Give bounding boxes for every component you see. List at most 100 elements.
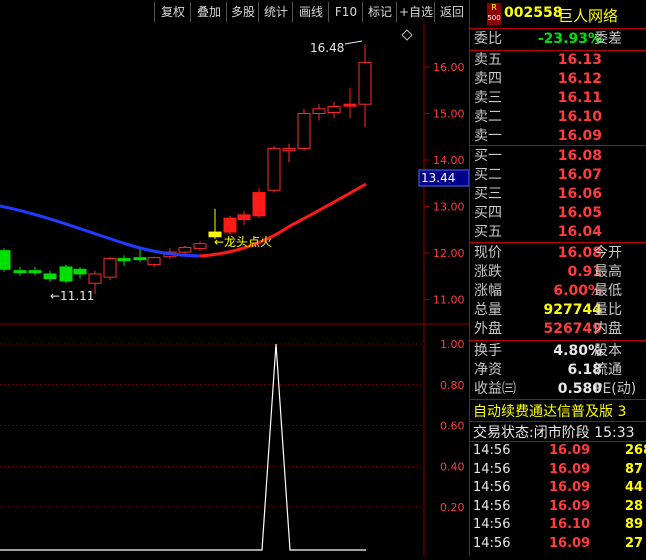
chart-area[interactable]: 16.00 15.00 14.00 13.00 12.00 11.00 13.44 16.…	[0, 24, 470, 556]
ask-row-label: 卖一	[474, 128, 502, 144]
bid-row: 买二 16.07	[474, 166, 646, 185]
low-annotation: ←11.11	[50, 289, 94, 303]
trade-vol: 44	[625, 480, 644, 495]
ask-row-label: 卖五	[474, 52, 502, 68]
stock-code: 002558	[504, 5, 563, 21]
toolbar-huaxian-button[interactable]: 画线	[292, 2, 329, 22]
chart-option-icon[interactable]	[401, 29, 413, 41]
toolbar-zixuan-button[interactable]: +自选	[396, 2, 435, 22]
candle-body	[223, 217, 237, 233]
trade-time: 14:56	[473, 517, 511, 532]
candle-body	[0, 250, 11, 270]
price-tick-label: 13.00	[433, 201, 465, 214]
candle-body	[343, 103, 357, 107]
toolbar: 复权 叠加 多股 统计 画线 F10 标记 +自选 返回	[0, 0, 469, 24]
indicator-tick-label: 0.40	[440, 460, 465, 473]
sep	[470, 28, 646, 29]
indicator-axis: 1.00 0.80 0.60 0.40 0.20	[440, 338, 465, 514]
indicator-tick-label: 0.20	[440, 501, 465, 514]
price-tick-label: 14.00	[433, 154, 465, 167]
ask-row-value: 16.11	[557, 90, 602, 106]
stat-row-label: 外盘	[474, 321, 502, 337]
sep	[470, 399, 646, 400]
stat-row-label: 涨幅	[474, 283, 502, 299]
stat2-row-label2: 流通	[594, 362, 622, 378]
indicator-grid	[0, 343, 424, 508]
signal-annotation: ←龙头点火	[214, 235, 272, 249]
toolbar-biaoji-button[interactable]: 标记	[362, 2, 397, 22]
trade-time: 14:56	[473, 535, 511, 551]
kline-chart-svg[interactable]: 16.00 15.00 14.00 13.00 12.00 11.00 13.44 16.…	[0, 24, 470, 556]
toolbar-f10-button[interactable]: F10	[328, 2, 363, 22]
high-annotation-arrow	[344, 40, 363, 45]
bid-row: 买四 16.05	[474, 204, 646, 223]
ask-row: 卖二 16.10	[474, 108, 646, 127]
stat2-row-label: 收益㈢	[474, 381, 516, 397]
sep	[470, 340, 646, 341]
ask-row: 卖四 16.12	[474, 70, 646, 89]
weibi-label: 委比	[474, 31, 502, 47]
trade-status: 交易状态:闭市阶段 15:33	[473, 422, 635, 442]
ticker-text[interactable]: 自动续费通达信普及版 3	[473, 401, 626, 421]
candle-body	[88, 273, 102, 284]
price-tick-label: 16.00	[433, 61, 465, 74]
quote-panel: R 500 002558 巨人网络 委比 -23.93% 委差 卖五 16.13 卖…	[469, 0, 646, 556]
candle-body	[28, 270, 42, 274]
sep	[470, 145, 646, 146]
weicha-label: 委差	[594, 31, 622, 47]
ask-row-value: 16.13	[557, 52, 602, 68]
stat-row-label2: 最低	[594, 283, 622, 299]
bid-row: 买三 16.06	[474, 185, 646, 204]
status-value: 闭市阶段 15:33	[533, 425, 635, 441]
trade-price: 16.10	[549, 517, 591, 532]
candle-body	[73, 268, 87, 275]
trade-time: 14:56	[473, 498, 511, 514]
bid-row-value: 16.06	[557, 186, 602, 202]
toolbar-fanhui-button[interactable]: 返回	[434, 2, 469, 22]
bid-row-value: 16.08	[557, 148, 602, 164]
toolbar-duogu-button[interactable]: 多股	[226, 2, 259, 22]
trade-price: 16.09	[549, 498, 591, 514]
trade-vol: 27	[625, 535, 644, 551]
trade-vol: 89	[625, 517, 644, 532]
ask-row: 卖一 16.09	[474, 127, 646, 146]
trade-vol: 268	[625, 443, 646, 458]
ask-row-value: 16.10	[557, 109, 602, 125]
ask-row: 卖三 16.11	[474, 89, 646, 108]
toolbar-diejia-button[interactable]: 叠加	[190, 2, 227, 22]
trade-row: 14:56 16.09 268	[473, 442, 646, 460]
ask-row: 卖五 16.13	[474, 51, 646, 70]
candles	[0, 44, 372, 295]
stat2-row: 净资 6.18 流通	[474, 361, 646, 380]
stat-row-label: 总量	[474, 302, 502, 318]
stat-row-label: 涨跌	[474, 264, 502, 280]
bid-row-label: 买三	[474, 186, 502, 202]
stat2-row-label: 净资	[474, 362, 502, 378]
candle-body	[147, 257, 161, 266]
candle-body	[13, 270, 27, 274]
toolbar-tongji-button[interactable]: 统计	[258, 2, 293, 22]
trade-row: 14:56 16.09 44	[473, 479, 646, 497]
trade-row: 14:56 16.09 27	[473, 535, 646, 553]
indicator-line	[0, 343, 366, 551]
candle-body	[43, 273, 57, 280]
trade-time: 14:56	[473, 461, 511, 477]
bid-row: 买五 16.04	[474, 223, 646, 242]
high-annotation: 16.48	[310, 41, 344, 55]
candle-body	[267, 147, 281, 191]
candle-body	[59, 266, 73, 282]
stat-row: 涨幅 6.00% 最低	[474, 282, 646, 301]
ask-row-label: 卖二	[474, 109, 502, 125]
stat2-row: 收益㈢ 0.580 PE(动)	[474, 380, 646, 399]
stat-row-label2: 今开	[594, 245, 622, 261]
trade-vol: 28	[625, 498, 644, 514]
stat2-row-label: 换手	[474, 343, 502, 359]
indicator-tick-label: 0.80	[440, 379, 465, 392]
ask-row-label: 卖四	[474, 71, 502, 87]
stat-row-label2: 内盘	[594, 321, 622, 337]
candle-body	[117, 258, 131, 262]
ask-row-label: 卖三	[474, 90, 502, 106]
ask-row-value: 16.09	[557, 128, 602, 144]
bid-row-value: 16.05	[557, 205, 602, 221]
toolbar-fuquan-button[interactable]: 复权	[154, 2, 191, 22]
